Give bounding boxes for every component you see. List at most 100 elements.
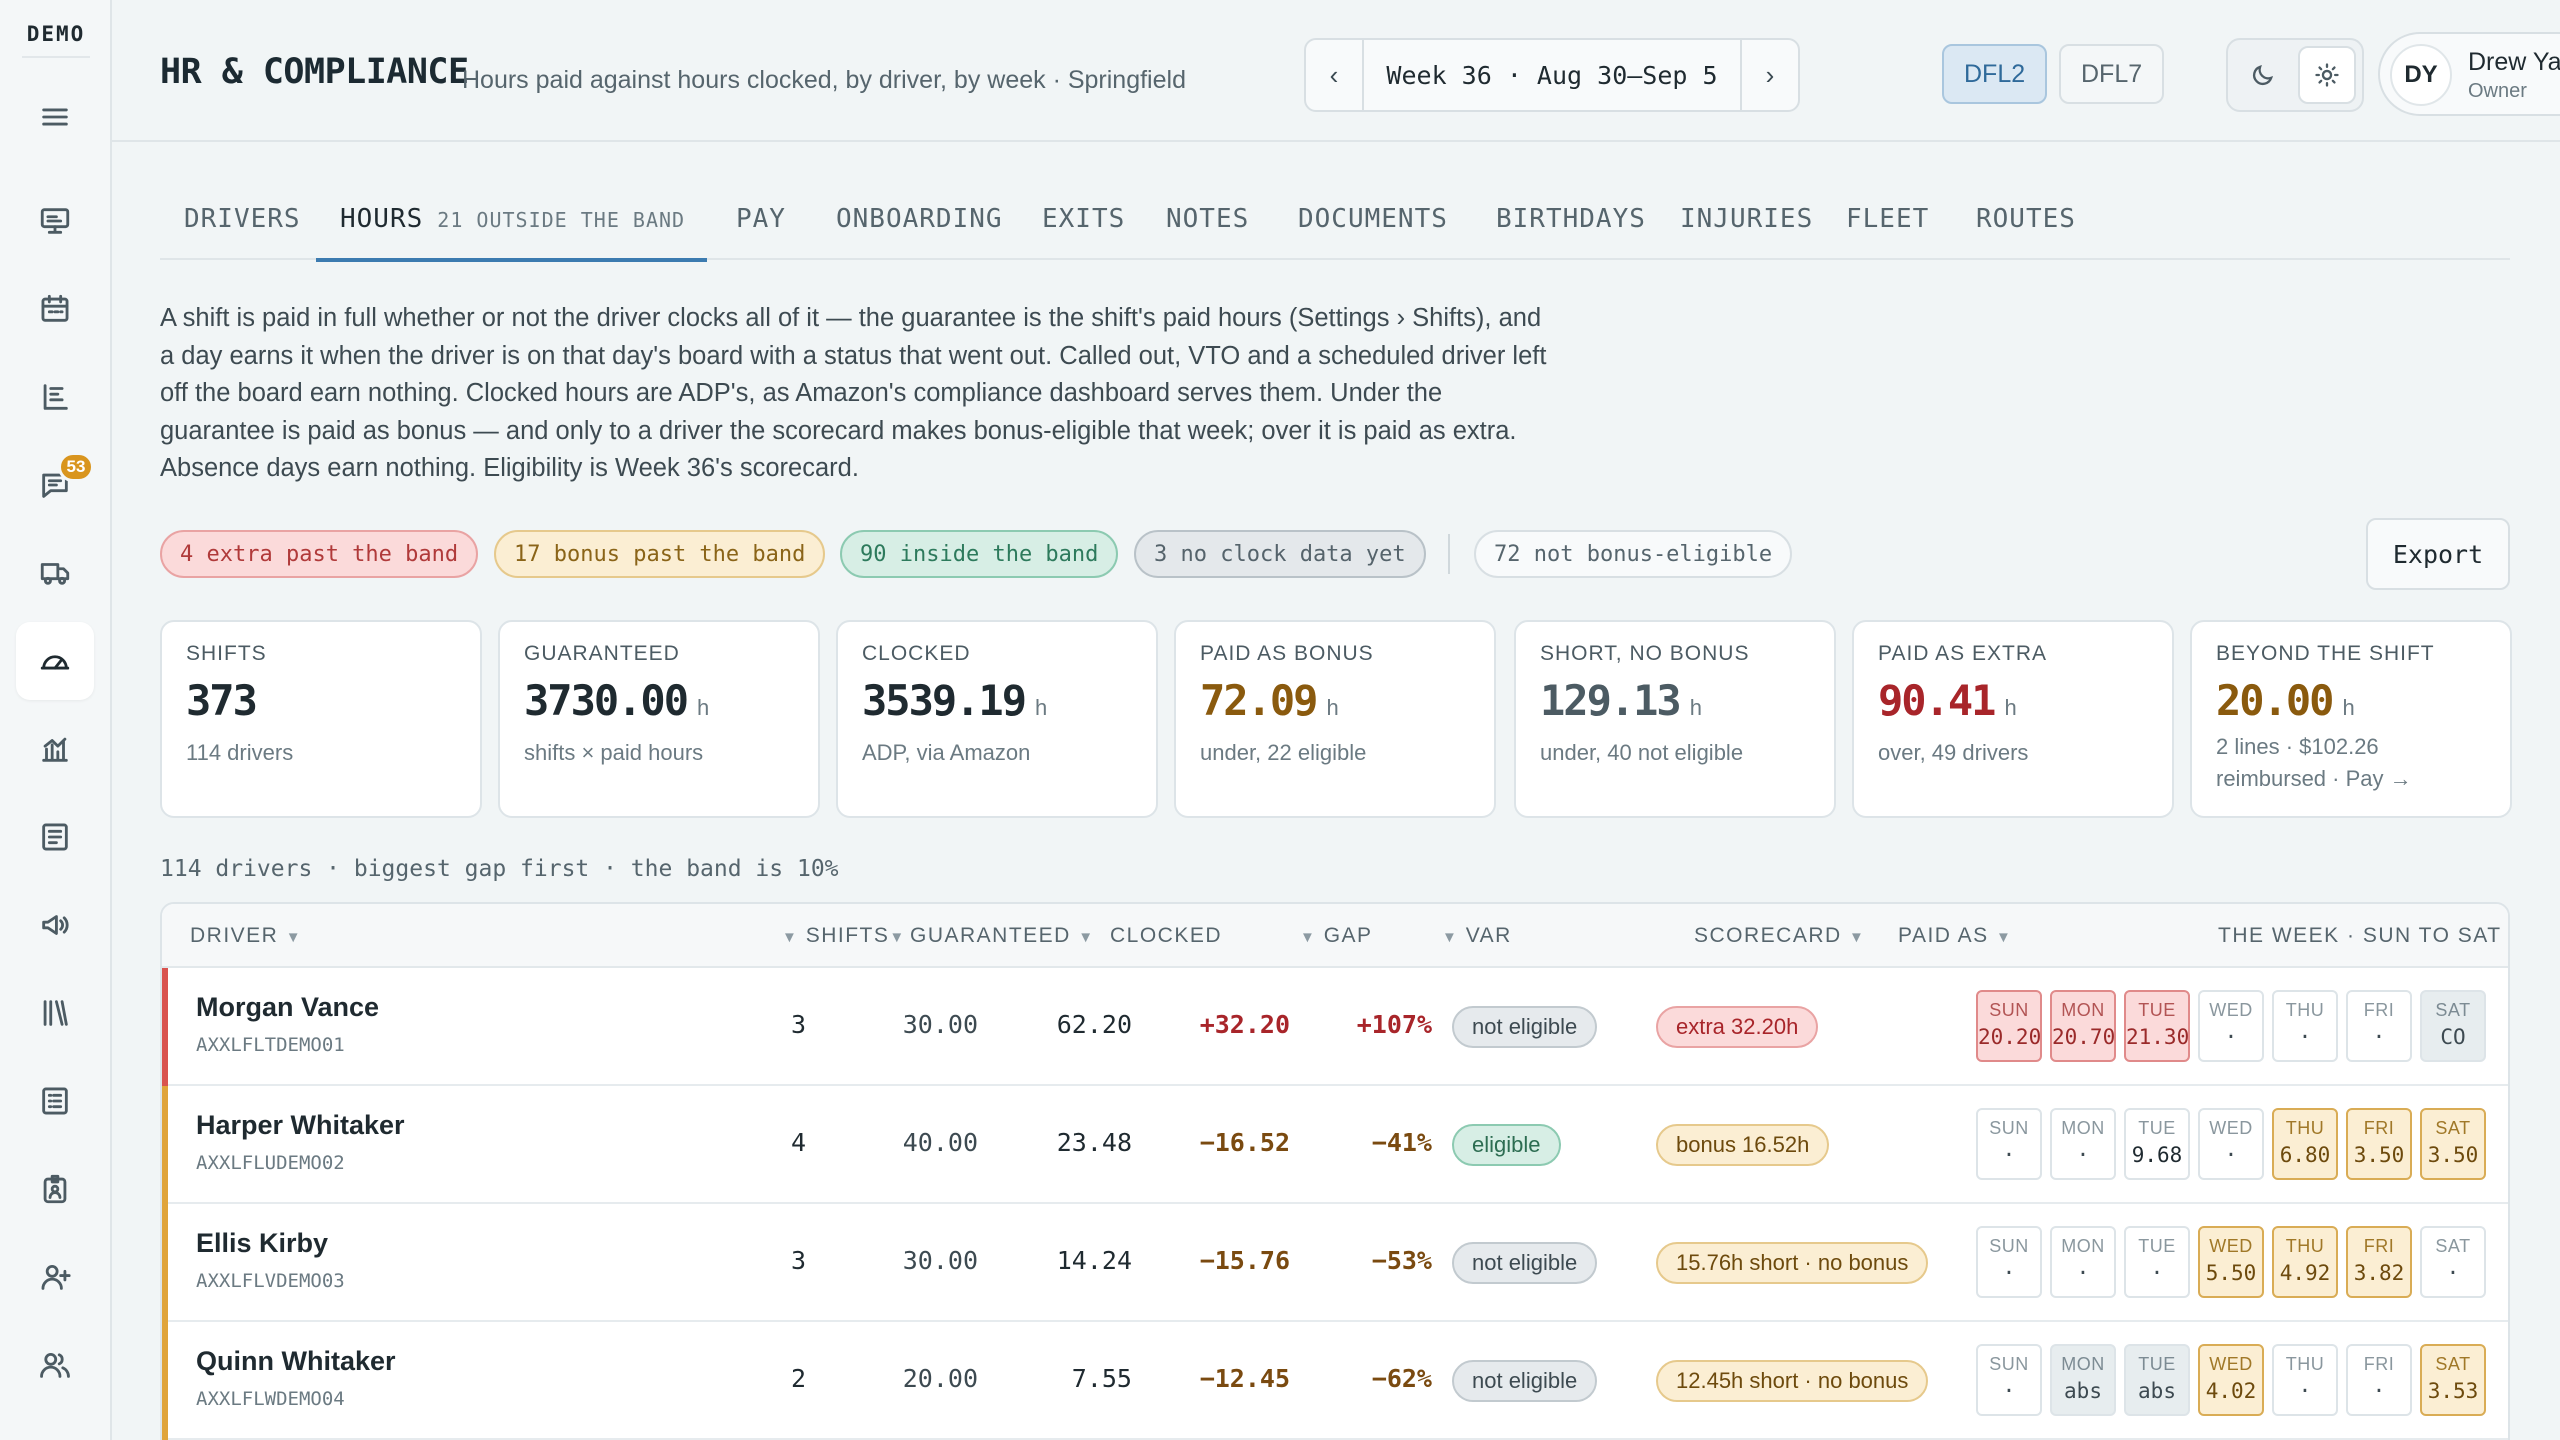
day-cell-fri[interactable]: FRI 3.50: [2346, 1108, 2412, 1180]
day-cell-tue[interactable]: TUE ·: [2124, 1226, 2190, 1298]
filter-inside-chip[interactable]: 90 inside the band: [840, 530, 1119, 578]
day-cell-tue[interactable]: TUE 21.30: [2124, 990, 2190, 1062]
driver-name[interactable]: Morgan Vance: [196, 992, 379, 1023]
day-cell-fri[interactable]: FRI ·: [2346, 990, 2412, 1062]
column-gap[interactable]: ▼ GAP: [1300, 924, 1373, 948]
day-cell-wed[interactable]: WED ·: [2198, 990, 2264, 1062]
day-cell-fri[interactable]: FRI 3.82: [2346, 1226, 2412, 1298]
day-cell-sat[interactable]: SAT 3.50: [2420, 1108, 2486, 1180]
day-name: THU: [2285, 1000, 2325, 1020]
analytics-icon[interactable]: [16, 710, 94, 788]
day-name: FRI: [2363, 1236, 2395, 1256]
user-menu[interactable]: DY Drew Yates Owner: [2378, 32, 2560, 116]
day-cell-thu[interactable]: THU 6.80: [2272, 1108, 2338, 1180]
week-label[interactable]: Week 36 · Aug 30–Sep 5: [1362, 40, 1742, 110]
messages-icon[interactable]: 53: [16, 446, 94, 524]
day-cell-sat[interactable]: SAT 3.53: [2420, 1344, 2486, 1416]
day-cell-sat[interactable]: SAT CO: [2420, 990, 2486, 1062]
day-cell-tue[interactable]: TUE abs: [2124, 1344, 2190, 1416]
day-cell-sun[interactable]: SUN ·: [1976, 1108, 2042, 1180]
column-shifts[interactable]: ▼ SHIFTS▼: [782, 924, 906, 948]
previous-week-button[interactable]: ‹: [1306, 40, 1362, 110]
day-value: 20.70: [2052, 1025, 2116, 1049]
column-guaranteed[interactable]: GUARANTEED ▼: [910, 924, 1095, 948]
day-cell-tue[interactable]: TUE 9.68: [2124, 1108, 2190, 1180]
day-cell-sun[interactable]: SUN ·: [1976, 1344, 2042, 1416]
day-cell-wed[interactable]: WED 4.02: [2198, 1344, 2264, 1416]
filter-bonus-chip[interactable]: 17 bonus past the band: [494, 530, 826, 578]
filter-no-clock-chip[interactable]: 3 no clock data yet: [1134, 530, 1426, 578]
tab-onboarding[interactable]: ONBOARDING: [836, 186, 1003, 260]
column-week: THE WEEK · SUN TO SAT: [2218, 924, 2502, 948]
day-name: SAT: [2435, 1118, 2471, 1138]
station-dfl7-button[interactable]: DFL7: [2059, 44, 2165, 104]
sun-icon: [2315, 63, 2339, 87]
users-icon[interactable]: [16, 1326, 94, 1404]
filter-extra-chip[interactable]: 4 extra past the band: [160, 530, 479, 578]
day-cell-mon[interactable]: MON ·: [2050, 1108, 2116, 1180]
gauge-icon[interactable]: [16, 622, 94, 700]
sort-caret-icon: ▼: [1078, 929, 1095, 946]
badge-icon[interactable]: [16, 1150, 94, 1228]
day-value: ·: [2002, 1261, 2016, 1285]
truck-icon[interactable]: [16, 534, 94, 612]
week-navigator: ‹ Week 36 · Aug 30–Sep 5 ›: [1304, 38, 1800, 112]
driver-name[interactable]: Quinn Whitaker: [196, 1346, 396, 1377]
day-cell-mon[interactable]: MON ·: [2050, 1226, 2116, 1298]
day-cell-sun[interactable]: SUN 20.20: [1976, 990, 2042, 1062]
row-status-bar: [162, 968, 168, 1086]
day-cell-wed[interactable]: WED ·: [2198, 1108, 2264, 1180]
export-button[interactable]: Export: [2366, 518, 2510, 590]
tab-notes[interactable]: NOTES: [1166, 186, 1249, 260]
library-icon[interactable]: [16, 974, 94, 1052]
stat-card-clocked: CLOCKED 3539.19 h ADP, via Amazon: [836, 620, 1158, 818]
driver-name[interactable]: Harper Whitaker: [196, 1110, 405, 1141]
day-cell-sun[interactable]: SUN ·: [1976, 1226, 2042, 1298]
day-cell-thu[interactable]: THU 4.92: [2272, 1226, 2338, 1298]
day-cell-mon[interactable]: MON 20.70: [2050, 990, 2116, 1062]
table-row[interactable]: Harper Whitaker AXXLFLUDEMO02 4 40.00 23…: [162, 1086, 2508, 1204]
column-clocked[interactable]: CLOCKED: [1110, 924, 1222, 948]
filter-not-eligible-chip[interactable]: 72 not bonus-eligible: [1474, 530, 1793, 578]
day-value: ·: [2002, 1143, 2016, 1167]
day-cell-thu[interactable]: THU ·: [2272, 990, 2338, 1062]
dashboard-icon[interactable]: [16, 182, 94, 260]
table-row[interactable]: Morgan Vance AXXLFLTDEMO01 3 30.00 62.20…: [162, 968, 2508, 1086]
brand-divider: [22, 56, 90, 58]
day-cell-wed[interactable]: WED 5.50: [2198, 1226, 2264, 1298]
menu-icon[interactable]: [16, 78, 94, 156]
tab-birthdays[interactable]: BIRTHDAYS: [1496, 186, 1646, 260]
next-week-button[interactable]: ›: [1742, 40, 1798, 110]
stat-sub: ADP, via Amazon: [862, 740, 1031, 765]
report-icon[interactable]: [16, 798, 94, 876]
megaphone-icon[interactable]: [16, 886, 94, 964]
checklist-icon[interactable]: [16, 1062, 94, 1140]
tab-exits[interactable]: EXITS: [1042, 186, 1125, 260]
day-cell-sat[interactable]: SAT ·: [2420, 1226, 2486, 1298]
day-cell-mon[interactable]: MON abs: [2050, 1344, 2116, 1416]
tab-drivers[interactable]: DRIVERS: [184, 186, 301, 260]
column-var[interactable]: ▼ VAR: [1442, 924, 1512, 948]
calendar-icon[interactable]: [16, 270, 94, 348]
driver-name[interactable]: Ellis Kirby: [196, 1228, 328, 1259]
column-driver[interactable]: DRIVER ▼: [190, 924, 302, 948]
column-scorecard[interactable]: SCORECARD ▼: [1694, 924, 1865, 948]
day-cell-thu[interactable]: THU ·: [2272, 1344, 2338, 1416]
tab-pay[interactable]: PAY: [736, 186, 786, 260]
table-row[interactable]: Ellis Kirby AXXLFLVDEMO03 3 30.00 14.24 …: [162, 1204, 2508, 1322]
add-user-icon[interactable]: [16, 1238, 94, 1316]
station-dfl2-button[interactable]: DFL2: [1942, 44, 2048, 104]
column-paid-as[interactable]: PAID AS ▼: [1898, 924, 2012, 948]
tab-injuries[interactable]: INJURIES: [1680, 186, 1813, 260]
day-cell-fri[interactable]: FRI ·: [2346, 1344, 2412, 1416]
board-icon[interactable]: [16, 358, 94, 436]
tab-documents[interactable]: DOCUMENTS: [1298, 186, 1448, 260]
stat-card-beyond-the-shift[interactable]: BEYOND THE SHIFT 20.00 h 2 lines · $102.2…: [2190, 620, 2512, 818]
tab-fleet[interactable]: FLEET: [1846, 186, 1929, 260]
light-mode-button[interactable]: [2298, 46, 2356, 104]
tab-routes[interactable]: ROUTES: [1976, 186, 2076, 260]
dark-mode-button[interactable]: [2234, 46, 2292, 104]
tab-hours[interactable]: HOURS 21 OUTSIDE THE BAND: [316, 186, 708, 262]
day-name: TUE: [2138, 1000, 2176, 1020]
table-row[interactable]: Quinn Whitaker AXXLFLWDEMO04 2 20.00 7.5…: [162, 1322, 2508, 1440]
